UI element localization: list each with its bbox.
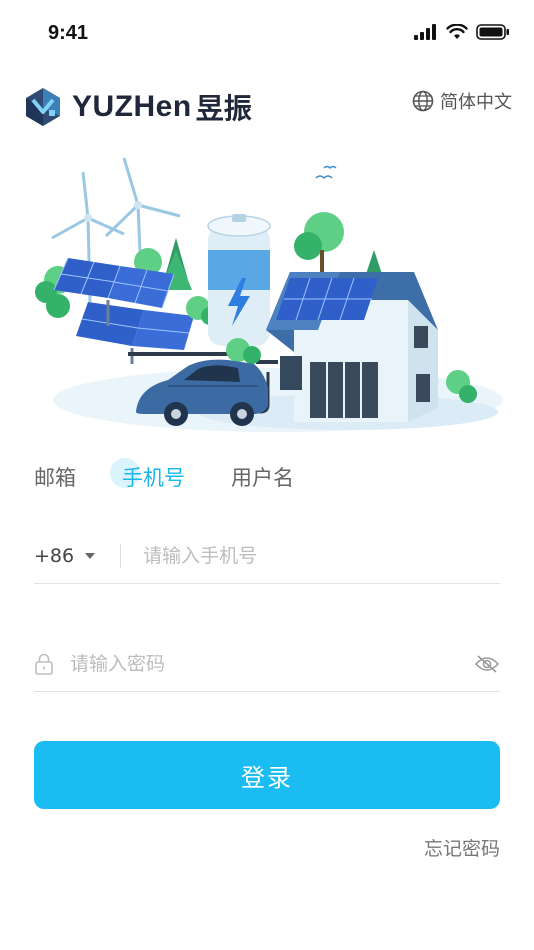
- phone-field: +86: [34, 528, 500, 584]
- password-field: [34, 636, 500, 692]
- status-bar: 9:41: [0, 0, 534, 70]
- solar-panels: [53, 257, 194, 364]
- energy-illustration: [35, 157, 503, 432]
- tab-username[interactable]: 用户名: [231, 462, 294, 492]
- battery-storage: [207, 214, 271, 346]
- password-input[interactable]: [70, 652, 474, 675]
- caret-down-icon: [85, 552, 96, 559]
- brand-logo-group: YUZHen 昱振: [22, 86, 252, 128]
- tab-email[interactable]: 邮箱: [34, 462, 76, 492]
- yuzhen-logo-icon: [26, 88, 60, 126]
- battery-icon: [476, 24, 509, 40]
- eye-off-icon[interactable]: [474, 654, 500, 674]
- country-code-value: +86: [34, 544, 75, 567]
- language-label: 简体中文: [440, 92, 512, 113]
- login-method-tabs: 邮箱 手机号 用户名: [34, 458, 294, 492]
- phone-input[interactable]: [143, 544, 500, 567]
- login-button[interactable]: 登录: [34, 741, 500, 809]
- cellular-signal-icon: [414, 24, 436, 40]
- status-icons: [414, 24, 510, 40]
- globe-icon: [412, 90, 434, 112]
- field-divider: [120, 543, 122, 568]
- status-time: 9:41: [48, 22, 89, 44]
- brand-wordmark: YUZHen: [72, 90, 192, 123]
- brand-chinese-name: 昱振: [195, 92, 252, 125]
- wifi-icon: [446, 24, 468, 39]
- tab-phone[interactable]: 手机号: [110, 458, 185, 492]
- lock-icon: [35, 653, 53, 675]
- country-code-select[interactable]: +86: [34, 545, 96, 567]
- language-selector[interactable]: 简体中文: [412, 88, 512, 114]
- forgot-password-link[interactable]: 忘记密码: [424, 834, 500, 861]
